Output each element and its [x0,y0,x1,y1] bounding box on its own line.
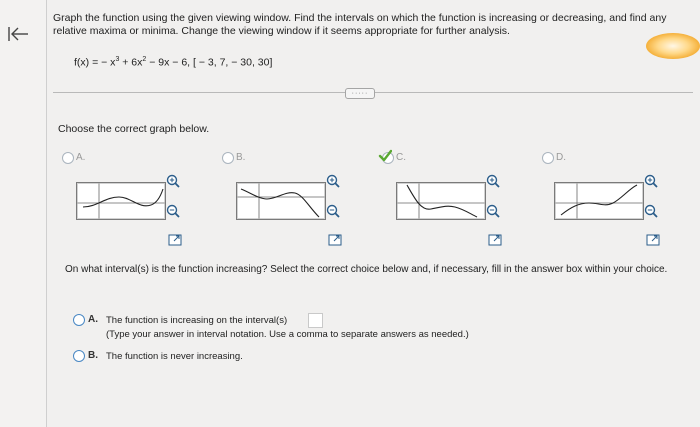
choice-b-graph-plot [237,183,325,219]
zoom-out-icon[interactable] [644,204,658,218]
highlight-glow [646,33,700,59]
zoom-out-icon[interactable] [166,204,180,218]
page: Graph the function using the given viewi… [0,0,700,427]
back-to-start-icon[interactable] [6,24,30,44]
choice-a[interactable]: A. [62,152,202,252]
question-instruction: Graph the function using the given viewi… [53,12,667,37]
choice-c[interactable]: C. [378,149,522,252]
popout-icon[interactable] [646,234,660,246]
popout-icon[interactable] [168,234,182,246]
expand-more-button[interactable]: ····· [345,88,375,99]
choice-d-graph-plot [555,183,643,219]
increasing-interval-question: On what interval(s) is the function incr… [65,264,668,275]
answer-b-radio[interactable] [73,350,85,362]
choice-d-radio[interactable] [542,152,554,164]
choice-d[interactable]: D. [542,152,682,252]
choice-a-graph[interactable] [76,182,166,220]
choice-c-graph[interactable] [396,182,486,220]
choice-b-radio[interactable] [222,152,234,164]
choice-a-radio[interactable] [62,152,74,164]
zoom-out-icon[interactable] [486,204,500,218]
choice-a-label: A. [76,152,86,163]
answer-a-text: The function is increasing on the interv… [106,315,288,326]
choice-b-label: B. [236,152,246,163]
popout-icon[interactable] [488,234,502,246]
choice-c-graph-plot [397,183,485,219]
choice-a-graph-plot [77,183,165,219]
left-sidebar [0,0,47,427]
choice-d-graph[interactable] [554,182,644,220]
function-expression: f(x) = − x3 + 6x2 − 9x − 6, [ − 3, 7, − … [74,56,273,69]
choice-b[interactable]: B. [222,152,362,252]
answer-b-letter: B. [88,350,98,361]
zoom-in-icon[interactable] [326,174,340,188]
zoom-in-icon[interactable] [644,174,658,188]
zoom-in-icon[interactable] [166,174,180,188]
answer-a-radio[interactable] [73,314,85,326]
interval-answer-input[interactable] [308,313,323,328]
choice-c-label: C. [396,152,406,163]
zoom-out-icon[interactable] [326,204,340,218]
zoom-in-icon[interactable] [486,174,500,188]
answer-b-text: The function is never increasing. [106,351,243,362]
answer-a-letter: A. [88,314,98,325]
answer-a-note: (Type your answer in interval notation. … [106,329,469,340]
checkmark-icon [378,149,392,162]
choice-d-label: D. [556,152,566,163]
graph-prompt: Choose the correct graph below. [58,123,210,135]
popout-icon[interactable] [328,234,342,246]
choice-b-graph[interactable] [236,182,326,220]
